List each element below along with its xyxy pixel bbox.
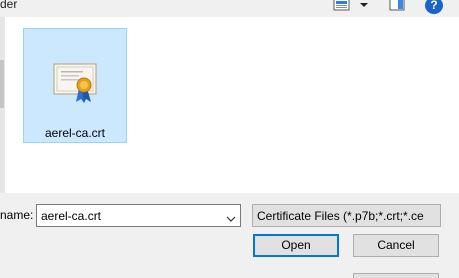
file-type-value[interactable]: Certificate Files (*.p7b;*.crt;*.ce [257, 209, 424, 223]
folder-title-fragment: der [0, 0, 18, 11]
cancel-button[interactable]: Cancel [353, 234, 439, 257]
file-name-label-text: name: [0, 208, 34, 222]
scrollbar-thumb[interactable] [0, 60, 4, 108]
open-file-dialog: der ? aerel-ca.crt name: aerel-ca.crt Ce… [0, 0, 459, 278]
file-name-input[interactable]: aerel-ca.crt [36, 204, 241, 227]
file-type-select[interactable]: Certificate Files (*.p7b;*.crt;*.ce [252, 204, 441, 227]
file-item-aerel-ca[interactable]: aerel-ca.crt [23, 28, 127, 143]
file-name-value[interactable]: aerel-ca.crt [41, 209, 101, 223]
partially-visible-button[interactable] [353, 273, 439, 278]
certificate-icon [51, 58, 99, 106]
open-button[interactable]: Open [253, 234, 339, 257]
preview-pane-icon[interactable] [389, 0, 405, 12]
chevron-down-icon[interactable] [357, 0, 371, 11]
view-options-icon[interactable] [333, 0, 351, 12]
dialog-toolbar: der ? [0, 0, 459, 14]
chevron-down-icon[interactable] [226, 212, 236, 222]
help-icon[interactable]: ? [425, 0, 443, 14]
file-name-label: aerel-ca.crt [44, 126, 106, 140]
